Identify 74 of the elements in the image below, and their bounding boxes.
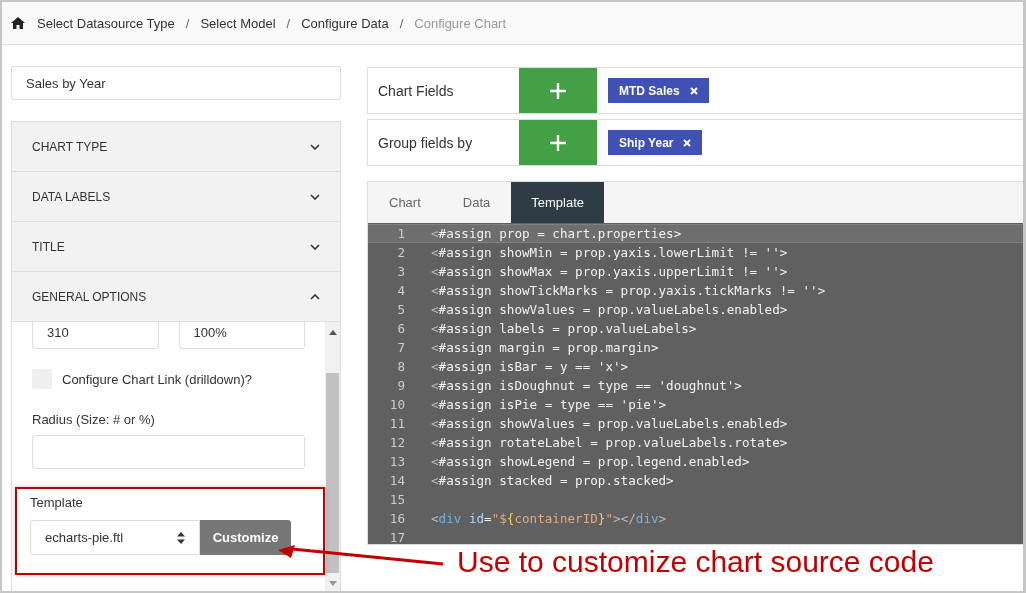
accordion-header[interactable]: TITLE — [12, 222, 340, 272]
tab[interactable]: Data — [441, 182, 512, 223]
add-field-button[interactable] — [519, 68, 597, 113]
field-tag[interactable]: Ship Year — [608, 130, 703, 155]
code-line: <#assign isPie = type == 'pie'> — [431, 397, 667, 412]
scroll-up-icon[interactable] — [328, 330, 337, 335]
field-row-label: Chart Fields — [377, 81, 455, 101]
line-number: 15 — [388, 492, 405, 507]
plus-icon — [550, 82, 566, 99]
line-number: 11 — [388, 416, 405, 431]
code-line: <#assign isDoughnut = type == 'doughnut'> — [431, 378, 742, 393]
customize-button[interactable]: Customize — [200, 520, 291, 555]
field-tag[interactable]: MTD Sales — [608, 78, 709, 103]
line-number: 16 — [388, 511, 405, 526]
tab[interactable]: Chart — [368, 182, 442, 223]
line-number: 5 — [396, 302, 405, 317]
breadcrumb-separator: / — [185, 15, 190, 31]
line-number: 13 — [388, 454, 405, 469]
plus-icon — [550, 134, 566, 151]
chevron-down-icon — [310, 143, 320, 150]
code-line: <#assign showValues = prop.valueLabels.enabled> — [431, 416, 788, 431]
line-number: 8 — [396, 359, 405, 374]
chevron-down-icon — [310, 193, 320, 200]
callout-text: Use to customize chart source code — [457, 545, 934, 579]
add-field-button[interactable] — [519, 120, 597, 165]
code-line: <#assign showValues = prop.valueLabels.enabled> — [431, 302, 788, 317]
code-line: <#assign margin = prop.margin> — [431, 340, 659, 355]
code-line: <#assign stacked = prop.stacked> — [431, 473, 674, 488]
code-line: <#assign labels = prop.valueLabels> — [431, 321, 697, 336]
tab[interactable]: Template — [511, 182, 604, 223]
breadcrumb-link[interactable]: Configure Data — [301, 15, 389, 31]
home-icon[interactable] — [11, 17, 25, 29]
sort-arrows-icon — [177, 531, 185, 544]
close-icon[interactable] — [689, 86, 698, 95]
line-number: 3 — [396, 264, 405, 279]
field-row-label: Group fields by — [377, 133, 474, 153]
accordion-header[interactable]: GENERAL OPTIONS — [12, 272, 340, 322]
code-line: <#assign isBar = y == 'x'> — [431, 359, 629, 374]
line-number: 1 — [396, 226, 405, 241]
size-field[interactable]: 310 — [32, 322, 159, 349]
chart-name-field[interactable]: Sales by Year — [11, 66, 341, 100]
code-editor[interactable] — [368, 223, 1023, 544]
line-number: 9 — [396, 378, 405, 393]
radius-field[interactable] — [32, 435, 305, 469]
breadcrumb-separator: / — [286, 15, 291, 31]
code-line: <#assign showMin = prop.yaxis.lowerLimit != ''> — [431, 245, 788, 260]
code-line: <#assign prop = chart.properties> — [431, 226, 682, 241]
checkbox-label: Configure Chart Link (drilldown)? — [62, 371, 253, 387]
field-label: Template — [30, 495, 84, 510]
line-number: 6 — [396, 321, 405, 336]
line-number: 12 — [388, 435, 405, 450]
line-number: 2 — [396, 245, 405, 260]
accordion-header[interactable]: DATA LABELS — [12, 172, 340, 222]
field-label: Radius (Size: # or %) — [32, 412, 156, 427]
code-line: <#assign showMax = prop.yaxis.upperLimit != ''> — [431, 264, 788, 279]
scroll-down-icon[interactable] — [328, 581, 337, 586]
code-line: <div id="${containerID}"></div> — [431, 511, 667, 526]
size-field[interactable]: 100% — [178, 322, 305, 349]
breadcrumb-link[interactable]: Select Datasource Type — [37, 15, 175, 31]
close-icon[interactable] — [683, 138, 692, 147]
line-number: 17 — [388, 530, 405, 544]
line-number: 10 — [388, 397, 405, 412]
breadcrumb-separator: / — [399, 15, 404, 31]
code-line: <#assign rotateLabel = prop.valueLabels.rotate> — [431, 435, 788, 450]
accordion-header[interactable]: CHART TYPE — [12, 122, 340, 172]
code-line: <#assign showTickMarks = prop.yaxis.tickMarks != ''> — [431, 283, 826, 298]
chevron-up-icon — [310, 293, 320, 300]
template-select[interactable]: echarts-pie.ftl — [30, 520, 200, 555]
chevron-down-icon — [310, 243, 320, 250]
line-number: 4 — [396, 283, 405, 298]
breadcrumb-link[interactable]: Select Model — [200, 15, 276, 31]
line-number: 14 — [388, 473, 405, 488]
code-line: <#assign showLegend = prop.legend.enabled> — [431, 454, 750, 469]
line-number: 7 — [396, 340, 405, 355]
